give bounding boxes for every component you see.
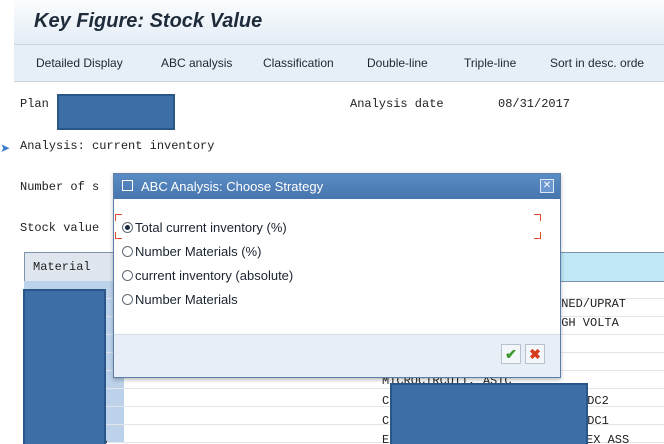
abc-strategy-dialog: ABC Analysis: Choose Strategy ✕ Total cu…	[113, 173, 561, 378]
row-text: EX ASS	[586, 433, 630, 444]
radio-label: current inventory (absolute)	[135, 268, 294, 283]
classification-button[interactable]: Classification	[263, 56, 334, 70]
radio-unselected-icon	[122, 246, 133, 257]
page-title: Key Figure: Stock Value	[34, 10, 263, 32]
title-bar: Key Figure: Stock Value	[14, 0, 664, 45]
row-text: C	[382, 394, 390, 408]
detailed-display-button[interactable]: Detailed Display	[36, 56, 123, 70]
material-column-header[interactable]: Material	[33, 260, 91, 274]
application-toolbar: Detailed Display ABC analysis Classifica…	[14, 45, 664, 82]
checkmark-icon[interactable]: ✔	[501, 344, 521, 364]
triple-line-button[interactable]: Triple-line	[464, 56, 516, 70]
stock-value-label: Stock value	[20, 221, 100, 235]
focus-corner-icon	[534, 232, 541, 239]
redacted-block	[57, 94, 175, 130]
redacted-block	[23, 289, 106, 444]
dialog-footer: ✔ ✖	[114, 334, 560, 377]
radio-label: Number Materials	[135, 292, 238, 307]
abc-analysis-button[interactable]: ABC analysis	[161, 56, 232, 70]
close-icon[interactable]: ✕	[540, 179, 554, 193]
dialog-title-bar: ABC Analysis: Choose Strategy ✕	[114, 174, 560, 199]
sort-descending-button[interactable]: Sort in desc. orde	[550, 56, 644, 70]
radio-selected-icon	[122, 222, 133, 233]
focus-corner-icon	[115, 232, 122, 239]
redacted-block	[390, 383, 588, 444]
radio-unselected-icon	[122, 294, 133, 305]
row-text: E	[382, 433, 390, 444]
radio-label: Number Materials (%)	[135, 244, 262, 259]
row-text: RNED/UPRAT	[554, 297, 627, 311]
row-text: IGH VOLTA	[554, 316, 619, 330]
row-text: C	[382, 414, 390, 428]
radio-unselected-icon	[122, 270, 133, 281]
analysis-date-label: Analysis date	[350, 97, 444, 111]
arrow-right-icon: ➤	[0, 141, 11, 155]
radio-label: Total current inventory (%)	[135, 220, 287, 235]
plant-label: Plan	[20, 97, 49, 111]
focus-corner-icon	[115, 214, 122, 221]
window-icon	[122, 180, 133, 191]
focus-corner-icon	[534, 214, 541, 221]
analysis-type: Analysis: current inventory	[20, 139, 215, 153]
double-line-button[interactable]: Double-line	[367, 56, 428, 70]
dialog-title: ABC Analysis: Choose Strategy	[141, 179, 324, 194]
cancel-x-icon[interactable]: ✖	[525, 344, 545, 364]
analysis-date-value: 08/31/2017	[498, 97, 571, 111]
number-label: Number of s	[20, 180, 100, 194]
